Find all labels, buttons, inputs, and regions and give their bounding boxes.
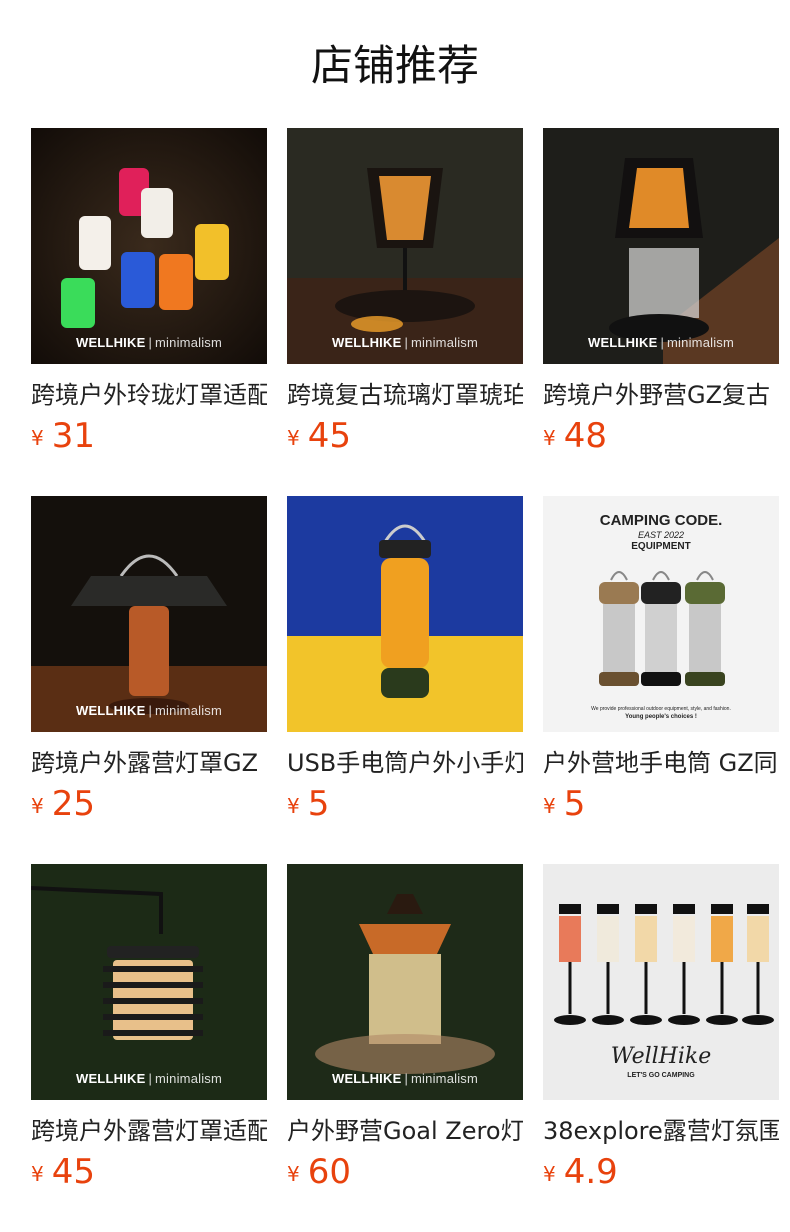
brand-watermark: WELLHIKE | minimalism <box>75 335 223 350</box>
product-image[interactable]: WELLHIKE | minimalism <box>31 128 267 364</box>
crystal-lantern-image <box>287 864 523 1100</box>
product-price: ¥31 <box>31 416 95 456</box>
usb-flashlight-image <box>287 496 523 732</box>
product-image[interactable]: WELLHIKE | minimalism <box>31 864 267 1100</box>
product-price: ¥45 <box>287 416 351 456</box>
product-image[interactable]: WELLHIKE | minimalism <box>287 128 523 364</box>
product-price: ¥60 <box>287 1152 351 1192</box>
product-image[interactable]: WELLHIKE | minimalism <box>543 128 779 364</box>
product-name[interactable]: 户外营地手电筒 GZ同 <box>543 746 779 780</box>
wellhike-logo: WellHike <box>610 1044 712 1069</box>
product-price: ¥48 <box>543 416 607 456</box>
camping-code-equipment: EQUIPMENT <box>631 541 691 552</box>
brand-watermark: WELLHIKE | minimalism <box>75 703 223 718</box>
product-image[interactable]: WELLHIKE | minimalism <box>287 864 523 1100</box>
product-image[interactable] <box>287 496 523 732</box>
product-name[interactable]: 跨境户外玲珑灯罩适配 <box>31 378 267 412</box>
retro-lantern-image <box>543 128 779 364</box>
camping-code-title: CAMPING CODE. <box>599 512 723 529</box>
product-name[interactable]: 跨境户外露营灯罩GZ <box>31 746 267 780</box>
product-grid: WELLHIKE | minimalism 跨境户外玲珑灯罩适配 ¥31 WELLH… <box>31 128 779 1232</box>
product-price: ¥5 <box>287 784 330 824</box>
lets-go-camping: LET'S GO CAMPING <box>627 1072 695 1079</box>
product-card[interactable]: WELLHIKE | minimalism 跨境户外露营灯罩适配 ¥45 <box>31 864 267 1232</box>
product-name[interactable]: 跨境户外野营GZ复古 <box>543 378 779 412</box>
product-name[interactable]: 跨境户外露营灯罩适配 <box>31 1114 267 1148</box>
brand-watermark: WELLHIKE | minimalism <box>587 335 735 350</box>
brand-watermark: WELLHIKE | minimalism <box>331 1071 479 1086</box>
product-card[interactable]: CAMPING CODE. EAST 2022 EQUIPMENT We pro… <box>543 496 779 864</box>
page-title: 店铺推荐 <box>310 41 479 90</box>
product-card[interactable]: WELLHIKE | minimalism 跨境户外玲珑灯罩适配 ¥31 <box>31 128 267 496</box>
product-price: ¥5 <box>543 784 586 824</box>
product-price: ¥45 <box>31 1152 95 1192</box>
product-name[interactable]: 跨境复古琉璃灯罩琥珀 <box>287 378 523 412</box>
amber-glass-lamp-image <box>287 128 523 364</box>
product-card[interactable]: USB手电筒户外小手灯 ¥5 <box>287 496 523 864</box>
product-name[interactable]: 户外野营Goal Zero灯 <box>287 1114 523 1148</box>
brand-watermark: WELLHIKE | minimalism <box>75 1071 223 1086</box>
brand-watermark: WELLHIKE | minimalism <box>331 335 479 350</box>
camping-code-tagline: Young people's choices ! <box>625 714 697 720</box>
product-price: ¥25 <box>31 784 95 824</box>
product-card[interactable]: WellHike LET'S GO CAMPING 38explore露营灯氛围… <box>543 864 779 1232</box>
camping-code-footer: We provide professional outdoor equipmen… <box>591 706 731 712</box>
hanging-lampshade-image <box>31 864 267 1100</box>
product-card[interactable]: WELLHIKE | minimalism 跨境复古琉璃灯罩琥珀 ¥45 <box>287 128 523 496</box>
product-image[interactable]: WELLHIKE | minimalism <box>31 496 267 732</box>
product-price: ¥4.9 <box>543 1152 618 1192</box>
product-name[interactable]: 38explore露营灯氛围 <box>543 1114 779 1148</box>
ufo-lampshade-image <box>31 496 267 732</box>
camping-code-year: EAST 2022 <box>637 530 685 540</box>
product-image[interactable]: CAMPING CODE. EAST 2022 EQUIPMENT We pro… <box>543 496 779 732</box>
product-card[interactable]: WELLHIKE | minimalism 户外野营Goal Zero灯 ¥60 <box>287 864 523 1232</box>
store-recommendation-page: 店铺推荐 WELLHIKE | minimalism 跨境户外玲珑灯罩适配 ¥ … <box>0 0 790 1232</box>
product-image[interactable]: WellHike LET'S GO CAMPING <box>543 864 779 1100</box>
product-name[interactable]: USB手电筒户外小手灯 <box>287 746 523 780</box>
product-card[interactable]: WELLHIKE | minimalism 跨境户外野营GZ复古 ¥48 <box>543 128 779 496</box>
product-card[interactable]: WELLHIKE | minimalism 跨境户外露营灯罩GZ ¥25 <box>31 496 267 864</box>
glass-lanterns-image <box>31 128 267 364</box>
